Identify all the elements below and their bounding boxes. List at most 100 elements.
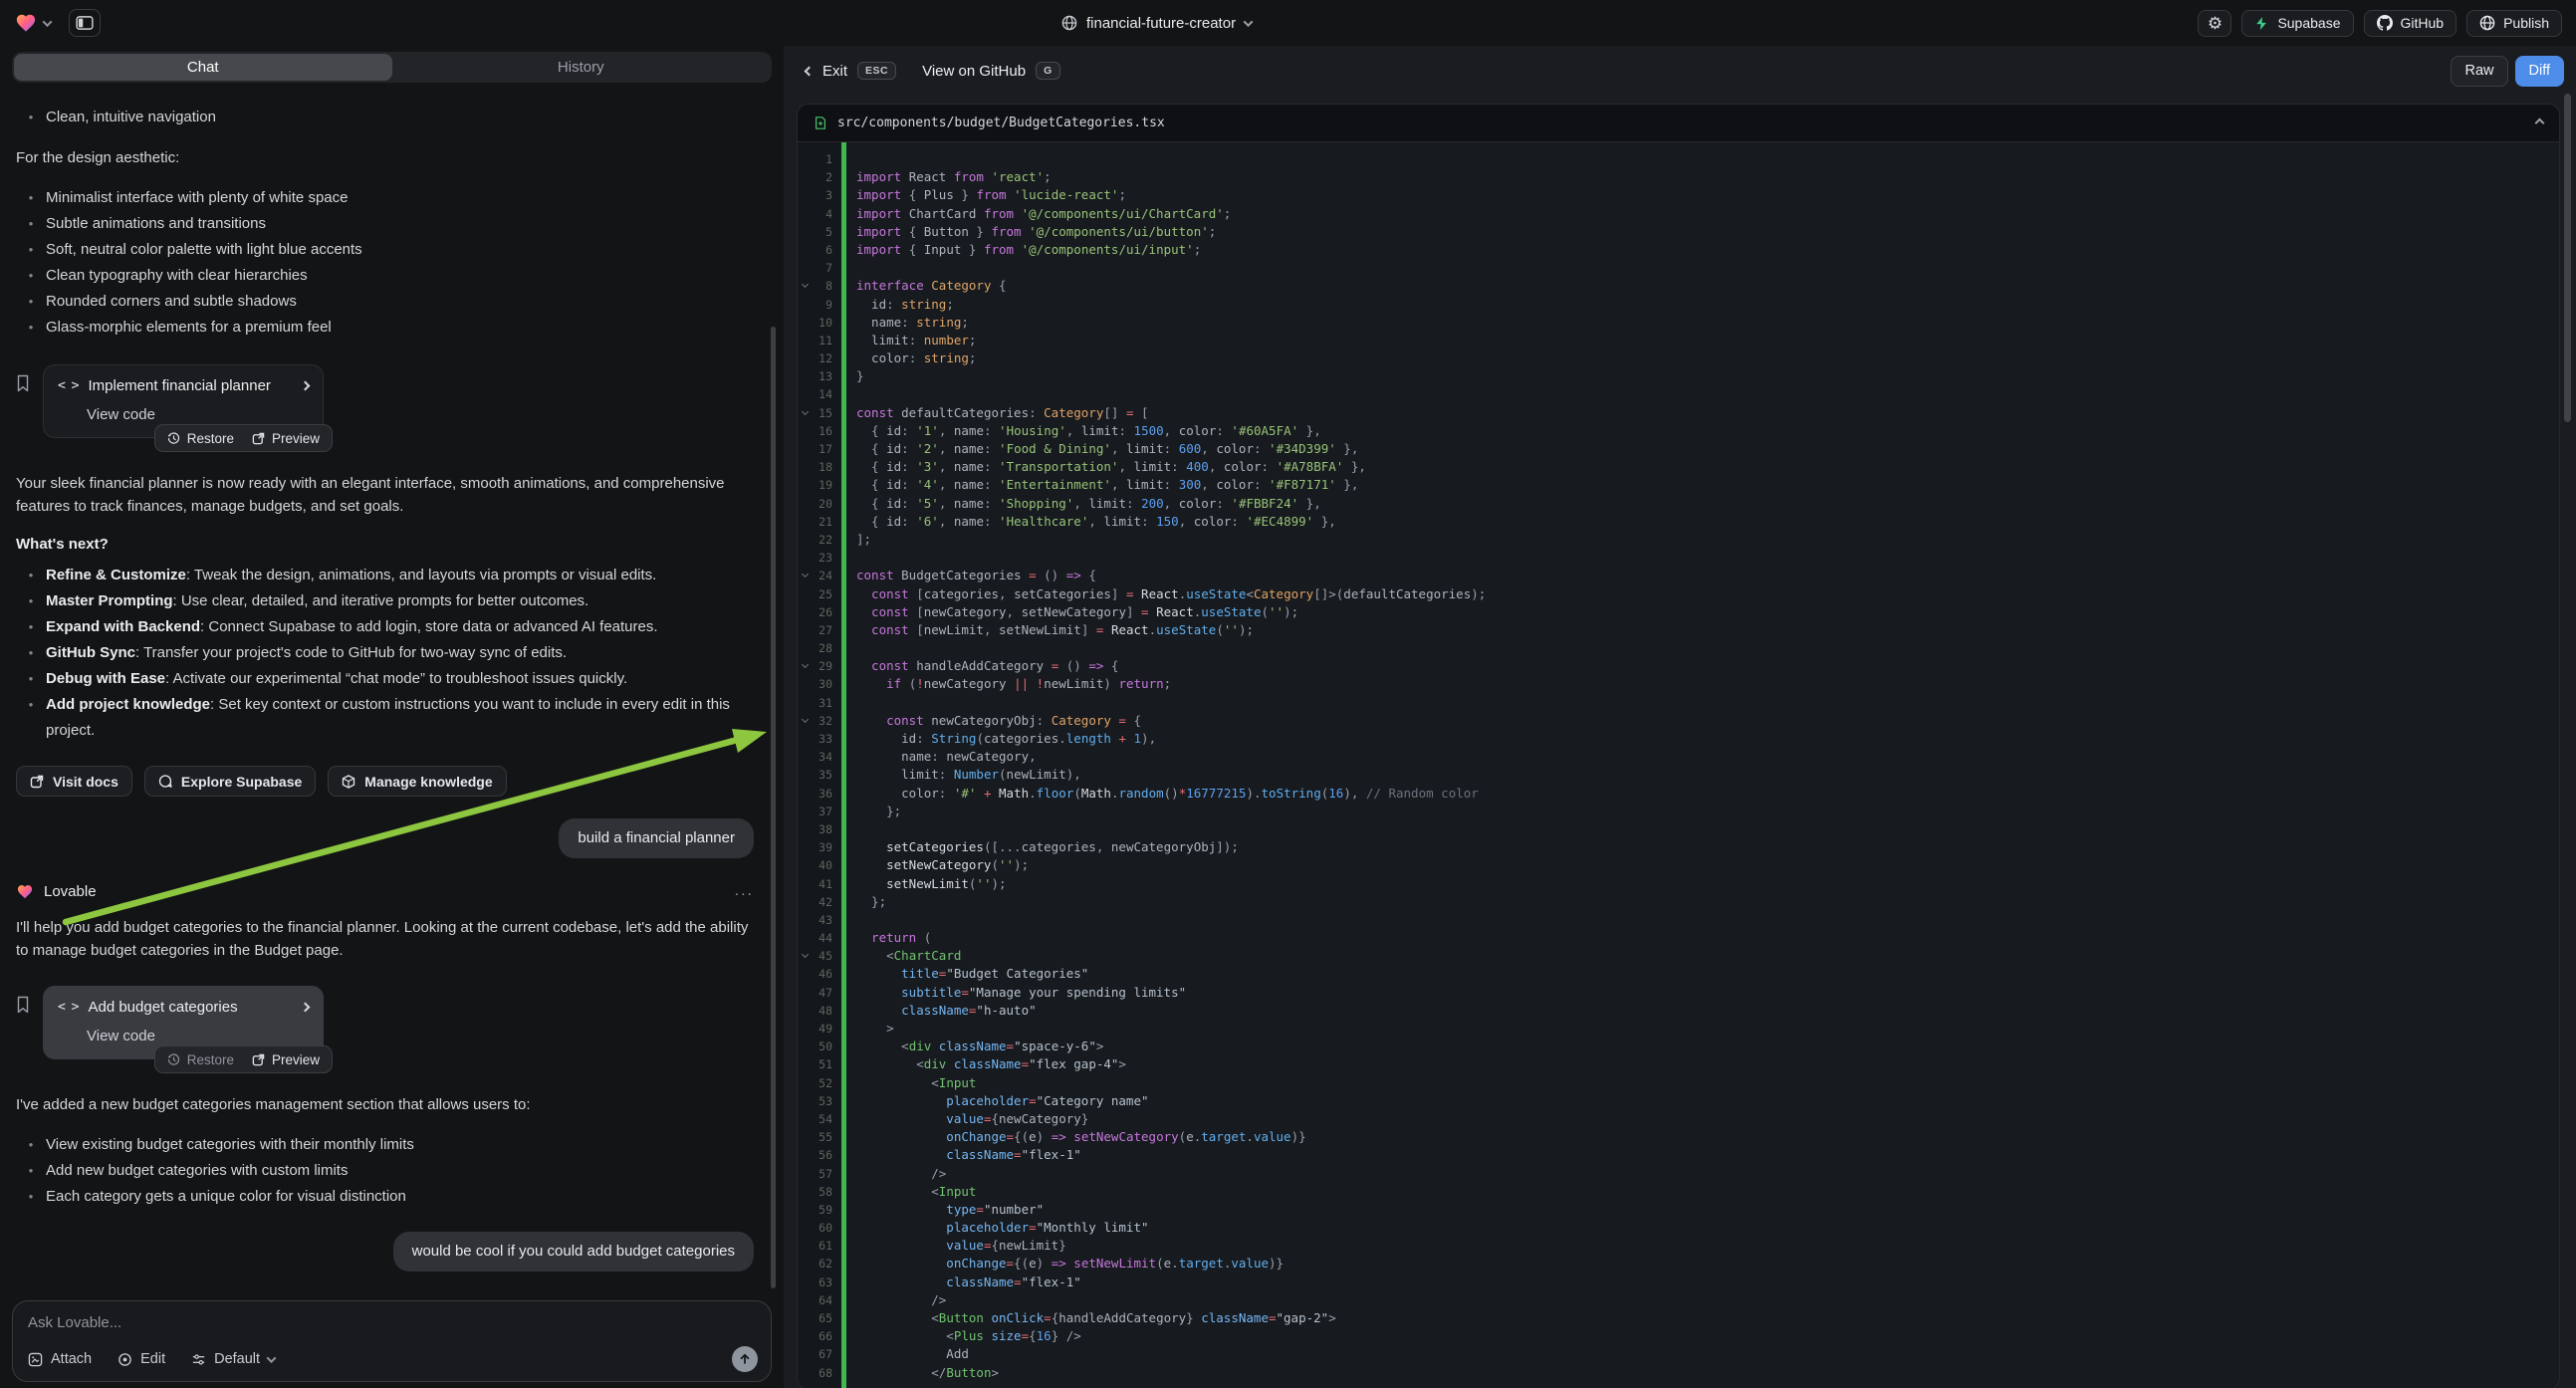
chip-label: Visit docs [53,774,118,790]
list-item: ●Subtle animations and transitions [16,211,754,237]
send-button[interactable] [732,1346,758,1372]
bullet-dot-icon: ● [16,588,46,614]
composer[interactable]: Ask Lovable... Attach Edit [12,1300,772,1382]
supabase-label: Supabase [2277,15,2340,31]
raw-button[interactable]: Raw [2451,56,2507,87]
edit-button[interactable]: Edit [117,1351,165,1367]
settings-button[interactable]: ⚙ [2198,10,2231,37]
fold-chevron-icon[interactable] [802,716,809,723]
version-card-add-budget-categories[interactable]: < >Add budget categoriesView code Restor… [43,986,324,1059]
bullet-dot-icon: ● [16,614,46,640]
code-line: title="Budget Categories" [856,965,2559,983]
line-number: 27 [798,621,841,639]
restore-button[interactable]: Restore [167,1052,234,1067]
file-path: src/components/budget/BudgetCategories.t… [837,116,1165,130]
line-number: 41 [798,875,841,893]
user-message-bubble: would be cool if you could add budget ca… [393,1232,754,1272]
code-line: const [newLimit, setNewLimit] = React.us… [856,621,2559,639]
bookmark-icon[interactable] [16,986,30,1059]
tab-chat[interactable]: Chat [14,54,392,81]
line-number: 58 [798,1183,841,1201]
publish-globe-icon [2479,15,2495,31]
code-line: <div className="space-y-6"> [856,1038,2559,1055]
bookmark-icon[interactable] [16,364,30,438]
fold-chevron-icon[interactable] [802,571,809,578]
code-line: interface Category { [856,277,2559,295]
line-number: 65 [798,1309,841,1327]
tab-history[interactable]: History [392,54,771,81]
version-card-implement-financial-planner[interactable]: < >Implement financial plannerView code … [43,364,324,438]
fold-chevron-icon[interactable] [802,661,809,668]
code-line: const [newCategory, setNewCategory] = Re… [856,603,2559,621]
sidebar-toggle-button[interactable] [69,9,101,37]
bullet-dot-icon: ● [16,1132,46,1158]
preview-button[interactable]: Preview [252,431,320,446]
line-number: 60 [798,1219,841,1237]
esc-kbd-chip: esc [857,62,896,81]
code-line: name: newCategory, [856,748,2559,766]
github-button[interactable]: GitHub [2364,10,2458,37]
code-line: { id: '3', name: 'Transportation', limit… [856,458,2559,476]
restore-button[interactable]: Restore [167,431,234,446]
chip-manage-knowledge[interactable]: Manage knowledge [328,766,506,797]
fold-chevron-icon[interactable] [802,408,809,415]
code-line: id: string; [856,296,2559,314]
publish-button[interactable]: Publish [2466,10,2562,37]
code-line: <Plus size={16} /> [856,1327,2559,1345]
supabase-button[interactable]: Supabase [2241,10,2353,37]
line-number: 26 [798,603,841,621]
code-line [856,911,2559,929]
code-line: <ChartCard [856,947,2559,965]
chip-visit-docs[interactable]: Visit docs [16,766,132,797]
code-line: }; [856,893,2559,911]
fold-chevron-icon[interactable] [802,281,809,288]
code-tag-icon: < > [58,1000,78,1015]
fold-chevron-icon[interactable] [802,951,809,958]
code-line: setCategories([...categories, newCategor… [856,838,2559,856]
bullet-dot-icon: ● [16,105,46,130]
list-item-text: Soft, neutral color palette with light b… [46,237,754,263]
mode-selector[interactable]: Default [191,1351,275,1367]
line-number: 53 [798,1092,841,1110]
exit-button[interactable]: Exit esc [806,62,896,81]
composer-input[interactable]: Ask Lovable... [28,1314,756,1331]
code-line: id: String(categories.length + 1), [856,730,2559,748]
logo-chevron-down-icon[interactable] [43,17,53,27]
code-line: <Button onClick={handleAddCategory} clas… [856,1309,2559,1327]
package-icon [342,775,355,789]
view-on-github-button[interactable]: View on GitHub g [922,62,1060,81]
view-code-link[interactable]: View code [87,406,309,423]
line-number: 35 [798,766,841,784]
diff-button[interactable]: Diff [2515,56,2565,87]
project-selector[interactable]: financial-future-creator [1061,0,1252,46]
exit-label: Exit [822,63,847,80]
line-number: 14 [798,385,841,403]
view-code-link[interactable]: View code [87,1028,309,1044]
version-card-row: < >Implement financial plannerView code … [16,364,754,438]
collapse-chevron-icon[interactable] [2535,118,2545,128]
line-number: 48 [798,1002,841,1020]
code-line: import { Button } from '@/components/ui/… [856,223,2559,241]
external-link-icon [30,775,44,789]
preview-button[interactable]: Preview [252,1052,320,1067]
list-item-text: Glass-morphic elements for a premium fee… [46,315,754,341]
code-scrollbar[interactable] [2564,94,2571,422]
code-line [856,150,2559,168]
line-number: 54 [798,1110,841,1128]
bullet-dot-icon: ● [16,289,46,315]
line-number: 8 [798,277,841,295]
bullet-dot-icon: ● [16,666,46,692]
code-line [856,820,2559,838]
attach-button[interactable]: Attach [28,1351,92,1367]
message-menu-button[interactable]: ... [735,882,754,900]
list-item: ●View existing budget categories with th… [16,1132,754,1158]
lovable-logo-icon[interactable] [14,12,38,34]
bullet-dot-icon: ● [16,263,46,289]
chip-explore-supabase[interactable]: Explore Supabase [144,766,316,797]
list-item: ●Minimalist interface with plenty of whi… [16,185,754,211]
version-card-title-row: < >Implement financial planner [58,377,309,394]
file-path-row[interactable]: src/components/budget/BudgetCategories.t… [798,105,2559,142]
list-item: ●Clean, intuitive navigation [16,105,754,130]
line-number: 37 [798,803,841,820]
chat-scrollbar[interactable] [771,327,776,1288]
